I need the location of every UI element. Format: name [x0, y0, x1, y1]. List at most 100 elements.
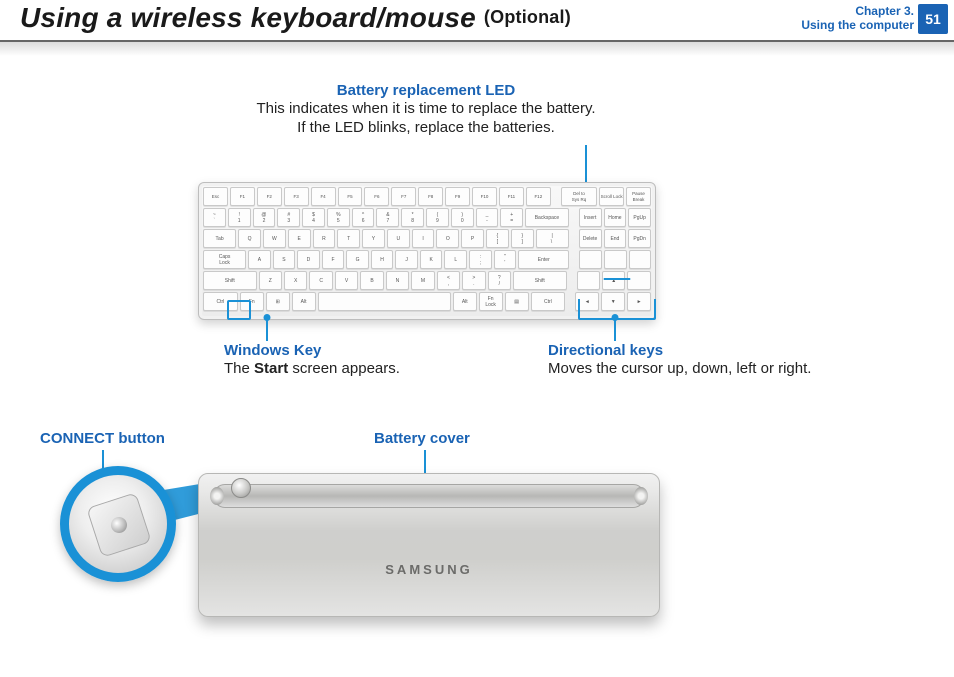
- keyboard-key: End: [604, 229, 627, 248]
- keyboard-key: K: [420, 250, 443, 269]
- title-suffix: (Optional): [484, 7, 571, 27]
- keyboard-key: [604, 250, 627, 269]
- keyboard-key: F6: [364, 187, 389, 206]
- page-title: Using a wireless keyboard/mouse (Optiona…: [20, 2, 571, 34]
- keyboard-key: [629, 250, 652, 269]
- keyboard-key: ~ `: [203, 208, 226, 227]
- keyboard-key: | \: [536, 229, 569, 248]
- callout-windows-key: Windows Key The Start screen appears.: [224, 342, 504, 378]
- keyboard-key: F2: [257, 187, 282, 206]
- header-rule: [0, 40, 954, 42]
- keyboard-row: TabQWERTYUIOP{ [} ]| \ DeleteEndPgDn: [203, 229, 651, 248]
- keyboard-key: Fn Lock: [479, 292, 503, 311]
- keyboard-key: G: [346, 250, 369, 269]
- keyboard-key: T: [337, 229, 360, 248]
- keyboard-key: F4: [311, 187, 336, 206]
- keyboard-key: _ -: [476, 208, 499, 227]
- callout-cover-title: Battery cover: [374, 430, 470, 447]
- keyboard-key: F9: [445, 187, 470, 206]
- keyboard-gap: [569, 271, 575, 290]
- keyboard-key: ►: [627, 292, 651, 311]
- keyboard-gap: [567, 292, 573, 311]
- keyboard-key: @ 2: [253, 208, 276, 227]
- callout-led-line2: If the LED blinks, replace the batteries…: [246, 118, 606, 137]
- keyboard-key: F11: [499, 187, 524, 206]
- keyboard-underside: SAMSUNG: [198, 473, 660, 617]
- keyboard-key: F1: [230, 187, 255, 206]
- callout-battery-cover: Battery cover: [374, 430, 470, 447]
- keyboard-key: F10: [472, 187, 497, 206]
- title-main: Using a wireless keyboard/mouse: [20, 2, 476, 33]
- keyboard-key: F12: [526, 187, 551, 206]
- leader-led: [585, 145, 587, 187]
- keyboard-key: ! 1: [228, 208, 251, 227]
- keyboard-key: Fn: [240, 292, 264, 311]
- keyboard-key: ? /: [488, 271, 511, 290]
- connect-button-on-device: [231, 478, 251, 498]
- callout-led-title: Battery replacement LED: [246, 82, 606, 99]
- keyboard-key: E: [288, 229, 311, 248]
- leader-windows-key: [266, 317, 268, 341]
- connect-magnifier: [60, 466, 176, 582]
- keyboard-gap: [553, 187, 559, 206]
- keyboard-key: # 3: [277, 208, 300, 227]
- keyboard-key: ⊞: [266, 292, 290, 311]
- keyboard-key: * 8: [401, 208, 424, 227]
- keyboard-key: W: [263, 229, 286, 248]
- keyboard-key: } ]: [511, 229, 534, 248]
- keyboard-key: + =: [500, 208, 523, 227]
- keyboard-key: [318, 292, 451, 311]
- keyboard-key: V: [335, 271, 358, 290]
- keyboard-key: P: [461, 229, 484, 248]
- keyboard-key: PgUp: [628, 208, 651, 227]
- keyboard-key: ▤: [505, 292, 529, 311]
- keyboard-key: Y: [362, 229, 385, 248]
- keyboard-key: " ': [494, 250, 517, 269]
- callout-connect-title: CONNECT button: [40, 430, 165, 447]
- connect-button-icon: [86, 492, 152, 558]
- page-number-badge: 51: [918, 4, 948, 34]
- chapter-label: Chapter 3. Using the computer: [801, 4, 914, 32]
- keyboard-key: ( 9: [426, 208, 449, 227]
- keyboard-key: B: [360, 271, 383, 290]
- keyboard-row: ShiftZXCVBNM< ,> .? /Shift▲: [203, 271, 651, 290]
- keyboard-row: CtrlFn⊞AltAltFn Lock▤Ctrl◄▼►: [203, 292, 651, 311]
- keyboard-key: Shift: [513, 271, 567, 290]
- keyboard-key: Del to Sys Rq: [561, 187, 597, 206]
- keyboard-key: D: [297, 250, 320, 269]
- keyboard-row: ~ `! 1@ 2# 3$ 4% 5^ 6& 7* 8( 9) 0_ -+ =B…: [203, 208, 651, 227]
- keyboard-key: % 5: [327, 208, 350, 227]
- keyboard-key: & 7: [376, 208, 399, 227]
- callout-win-bold: Start: [254, 360, 288, 377]
- battery-cover-hinge: [213, 484, 645, 508]
- keyboard-key: Q: [238, 229, 261, 248]
- callout-dir-title: Directional keys: [548, 342, 908, 359]
- keyboard-key: Backspace: [525, 208, 569, 227]
- callout-win-post: screen appears.: [288, 360, 400, 377]
- keyboard-key: C: [309, 271, 332, 290]
- keyboard-key: Caps Lock: [203, 250, 246, 269]
- chapter-line-2: Using the computer: [801, 18, 914, 32]
- keyboard-key: [577, 271, 600, 290]
- keyboard-key: Tab: [203, 229, 236, 248]
- keyboard-gap: [571, 229, 577, 248]
- keyboard-key: ▲: [602, 271, 625, 290]
- keyboard-key: ^ 6: [352, 208, 375, 227]
- keyboard-key: ) 0: [451, 208, 474, 227]
- keyboard-key: Ctrl: [203, 292, 238, 311]
- keyboard-key: PgDn: [628, 229, 651, 248]
- keyboard-key: O: [436, 229, 459, 248]
- keyboard-key: I: [412, 229, 435, 248]
- keyboard-key: ◄: [575, 292, 599, 311]
- callout-win-body: The Start screen appears.: [224, 359, 504, 378]
- keyboard-key: Shift: [203, 271, 257, 290]
- callout-led-line1: This indicates when it is time to replac…: [246, 99, 606, 118]
- leader-directional: [614, 317, 616, 341]
- keyboard-key: Esc: [203, 187, 228, 206]
- keyboard-row: Caps LockASDFGHJKL: ;" 'Enter: [203, 250, 651, 269]
- keyboard-key: Insert: [579, 208, 602, 227]
- keyboard-key: Alt: [292, 292, 316, 311]
- callout-led: Battery replacement LED This indicates w…: [246, 82, 606, 137]
- page-header: Using a wireless keyboard/mouse (Optiona…: [2, 2, 954, 42]
- keyboard-gap: [571, 208, 577, 227]
